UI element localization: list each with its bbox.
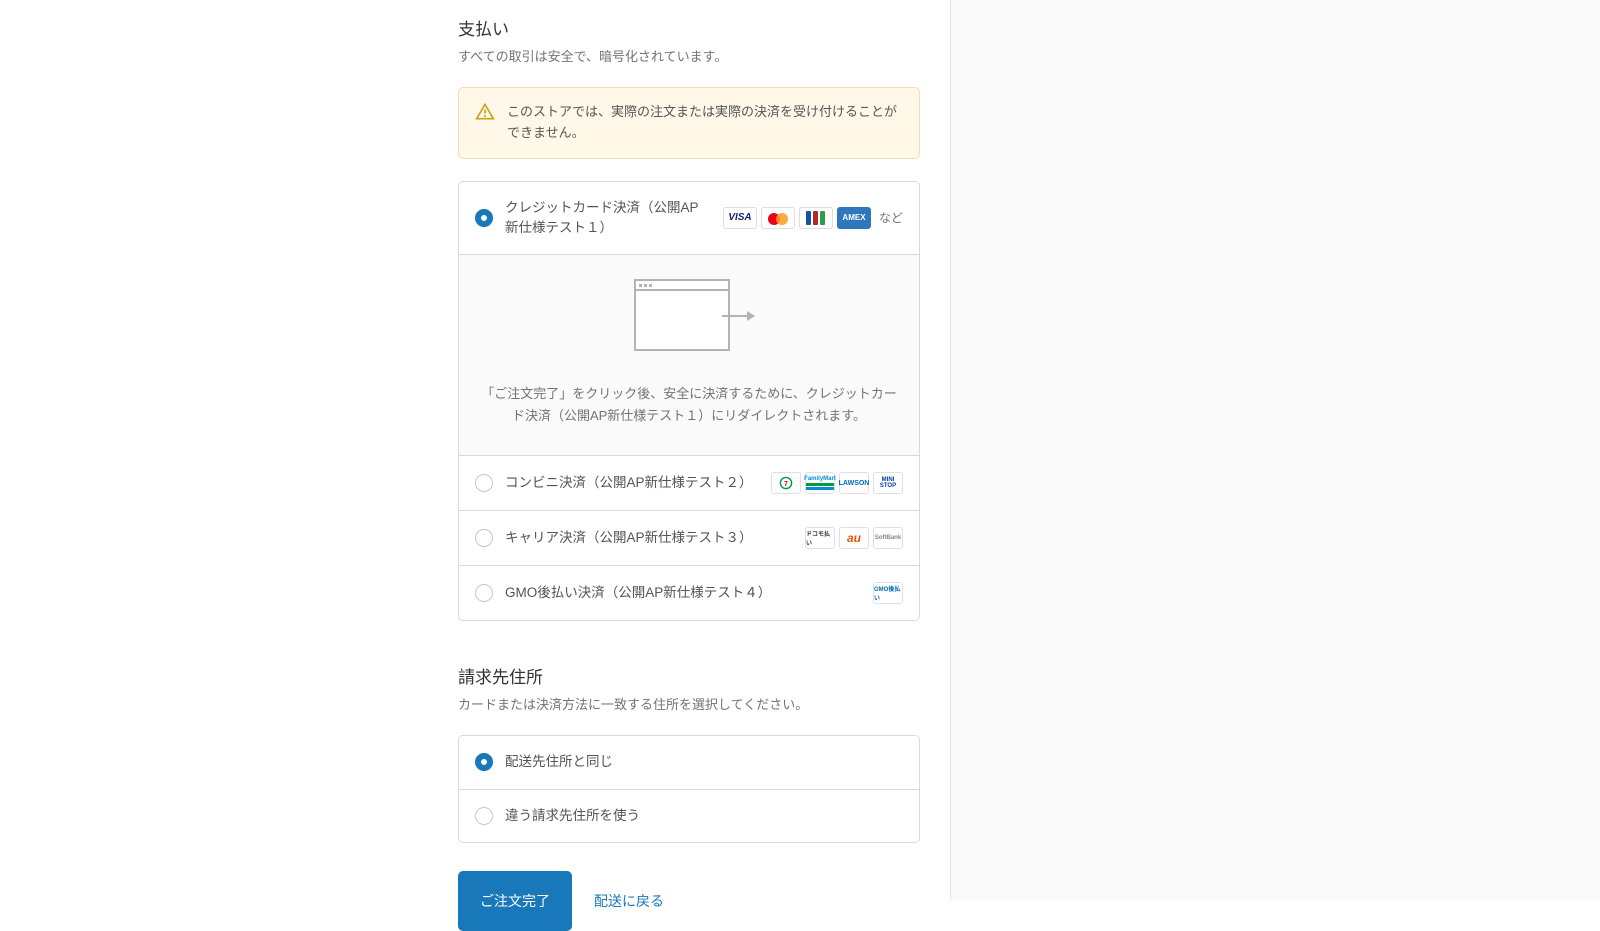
au-icon: au [839,527,869,549]
payment-method-label: GMO後払い決済（公開AP新仕様テスト４） [505,583,861,603]
payment-method-carrier[interactable]: キャリア決済（公開AP新仕様テスト３） ドコモ払い au SoftBank [459,510,919,565]
svg-text:7: 7 [784,481,788,488]
store-notice: このストアでは、実際の注文または実際の決済を受け付けることができません。 [458,87,920,159]
radio-icon [475,807,493,825]
redirect-text: 「ご注文完了」をクリック後、安全に決済するために、クレジットカード決済（公開AP… [477,383,901,427]
back-to-shipping-link[interactable]: 配送に戻る [594,891,664,911]
lawson-icon: LAWSON [839,472,869,494]
payment-subtitle: すべての取引は安全で、暗号化されています。 [458,46,920,65]
payment-method-gmo[interactable]: GMO後払い決済（公開AP新仕様テスト４） GMO後払い [459,565,919,620]
card-brand-icons: VISA AMEX など [723,207,903,229]
gmo-icon-wrap: GMO後払い [873,582,903,604]
payment-method-label: クレジットカード決済（公開AP新仕様テスト１） [505,198,711,239]
redirect-illustration-icon [624,279,754,363]
mastercard-icon [761,207,795,229]
payment-method-group: クレジットカード決済（公開AP新仕様テスト１） VISA AMEX など 「ご注… [458,181,920,622]
billing-different-address[interactable]: 違う請求先住所を使う [459,789,919,842]
seven-eleven-icon: 7 [771,472,801,494]
softbank-icon: SoftBank [873,527,903,549]
payment-method-credit-card[interactable]: クレジットカード決済（公開AP新仕様テスト１） VISA AMEX など [459,182,919,255]
order-summary-pane [950,0,1600,900]
billing-same-as-shipping[interactable]: 配送先住所と同じ [459,736,919,788]
payment-title: 支払い [458,15,920,40]
warning-icon [475,102,495,122]
notice-text: このストアでは、実際の注文または実際の決済を受け付けることができません。 [507,102,903,144]
radio-icon [475,529,493,547]
carrier-icons: ドコモ払い au SoftBank [805,527,903,549]
radio-icon [475,584,493,602]
payment-method-convenience[interactable]: コンビニ決済（公開AP新仕様テスト２） 7 FamilyMart LAWSON … [459,455,919,510]
amex-icon: AMEX [837,207,871,229]
ministop-icon: MINI STOP [873,472,903,494]
billing-option-label: 配送先住所と同じ [505,752,903,772]
payment-method-label: キャリア決済（公開AP新仕様テスト３） [505,528,793,548]
visa-icon: VISA [723,207,757,229]
payment-method-expand: 「ご注文完了」をクリック後、安全に決済するために、クレジットカード決済（公開AP… [459,254,919,455]
billing-subtitle: カードまたは決済方法に一致する住所を選択してください。 [458,694,920,713]
billing-address-group: 配送先住所と同じ 違う請求先住所を使う [458,735,920,843]
billing-title: 請求先住所 [458,663,920,688]
billing-option-label: 違う請求先住所を使う [505,806,903,826]
docomo-icon: ドコモ払い [805,527,835,549]
radio-icon [475,209,493,227]
complete-order-button[interactable]: ご注文完了 [458,871,572,931]
radio-icon [475,753,493,771]
payment-method-label: コンビニ決済（公開AP新仕様テスト２） [505,473,759,493]
action-row: ご注文完了 配送に戻る [458,871,920,931]
conv-store-icons: 7 FamilyMart LAWSON MINI STOP [771,472,903,494]
radio-icon [475,474,493,492]
familymart-icon: FamilyMart [805,472,835,494]
etc-label: など [879,209,903,226]
gmo-icon: GMO後払い [873,582,903,604]
jcb-icon [799,207,833,229]
